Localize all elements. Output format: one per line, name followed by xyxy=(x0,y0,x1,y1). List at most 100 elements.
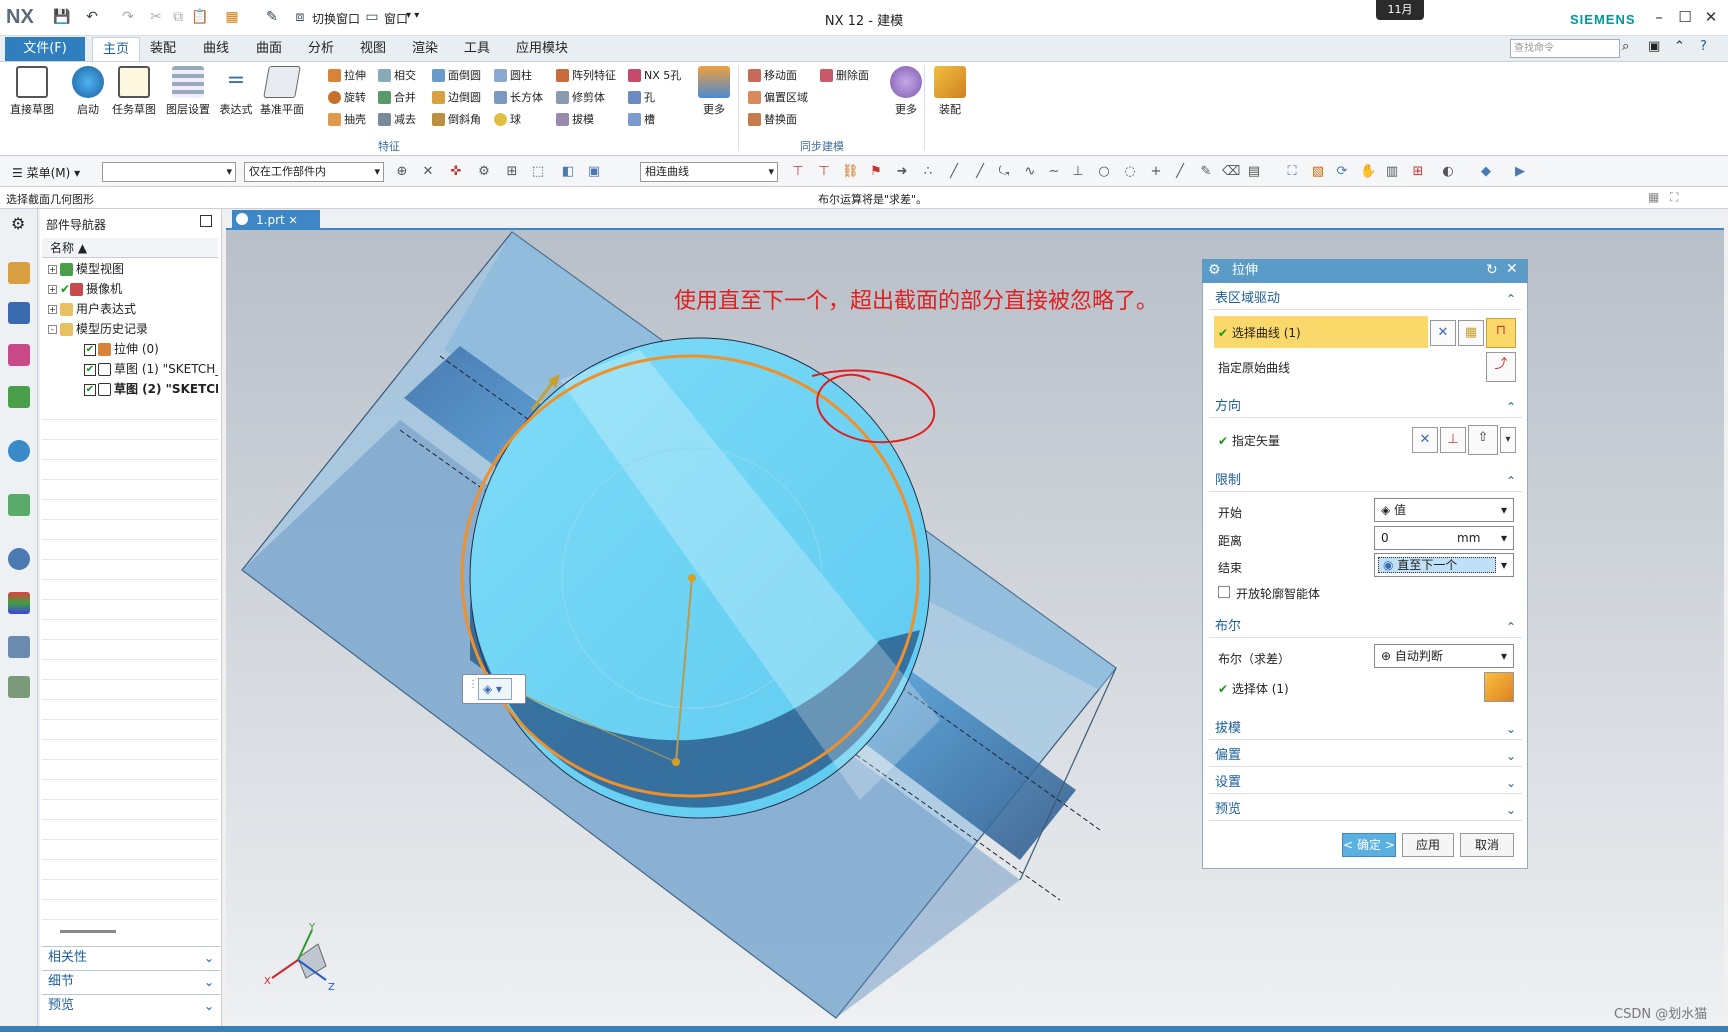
tab-home[interactable]: 主页 xyxy=(92,37,141,61)
solid-icon[interactable]: ▣ xyxy=(586,164,602,180)
origin-point[interactable] xyxy=(688,574,696,582)
extrude-button[interactable]: 拉伸 xyxy=(328,66,366,84)
tree-item-sketch-1[interactable]: ✔ 草图 (1) "SKETCH_ xyxy=(84,359,218,379)
tree-item-model-views[interactable]: + 模型视图 xyxy=(48,259,224,279)
render-style-icon[interactable]: ◆ xyxy=(1478,164,1494,180)
select-curve-label[interactable]: ✔ 选择曲线 (1) xyxy=(1218,324,1301,341)
boolean-select[interactable]: ⊕ 自动判断 xyxy=(1374,644,1514,668)
intersect-button[interactable]: 相交 xyxy=(378,66,416,84)
navigator-column-header[interactable]: 名称 ▲ xyxy=(42,238,218,258)
help-icon[interactable]: ? xyxy=(1700,39,1707,54)
checkbox-icon[interactable]: ✔ xyxy=(84,343,96,356)
boolean-type-dropdown[interactable]: ◈ ▾ xyxy=(478,678,512,700)
vector-dialog-button[interactable]: ⊥ xyxy=(1440,427,1466,453)
start-button[interactable]: 启动 xyxy=(62,66,114,117)
section-header-limits[interactable]: 限制 ⌃ xyxy=(1209,470,1522,492)
section-header-boolean[interactable]: 布尔 ⌃ xyxy=(1209,616,1522,638)
tree-item-cameras[interactable]: + ✔ 摄像机 xyxy=(48,279,224,299)
feature-select-icon[interactable]: ⚙ xyxy=(476,164,492,180)
section-header-offset[interactable]: 偏置 ⌄ xyxy=(1209,745,1522,767)
point-snap-icon[interactable]: ✜ xyxy=(448,164,464,180)
maximize-button[interactable]: ☐ xyxy=(1674,8,1696,28)
navigator-section-details[interactable]: 细节 ⌄ xyxy=(42,970,220,992)
layer-settings-button[interactable]: 图层设置 xyxy=(162,66,214,117)
drag-handle-icon[interactable]: ⋮ xyxy=(468,679,478,690)
tab-tools[interactable]: 工具 xyxy=(454,37,500,61)
section-header-preview[interactable]: 预览 ⌄ xyxy=(1209,799,1522,821)
search-icon[interactable]: ⌕ xyxy=(1622,39,1629,54)
tab-render[interactable]: 渲染 xyxy=(402,37,448,61)
view-icon[interactable]: ▥ xyxy=(1384,164,1400,180)
tree-item-user-expressions[interactable]: + 用户表达式 xyxy=(48,299,224,319)
minimize-button[interactable]: – xyxy=(1648,8,1670,28)
tree-item-sketch-2[interactable]: ✔ 草图 (2) "SKETCH xyxy=(84,379,218,399)
tab-analysis[interactable]: 分析 xyxy=(298,37,344,61)
snap-icon[interactable]: ✕ xyxy=(420,164,436,180)
navigator-section-dependencies[interactable]: 相关性 ⌄ xyxy=(42,946,220,968)
navigator-section-preview[interactable]: 预览 ⌄ xyxy=(42,994,220,1016)
display-icon[interactable]: ◐ xyxy=(1440,164,1456,180)
plus-icon[interactable]: + xyxy=(1148,164,1164,180)
orient-icon[interactable]: ⊞ xyxy=(1410,164,1426,180)
tangent-icon[interactable]: ⊥ xyxy=(1070,164,1086,180)
trim-body-button[interactable]: 修剪体 xyxy=(556,88,616,106)
cylinder-button[interactable]: 圆柱 xyxy=(494,66,543,84)
draft-button[interactable]: 拔模 xyxy=(556,110,616,128)
section-header-settings[interactable]: 设置 ⌄ xyxy=(1209,772,1522,794)
ribbon-options-icon[interactable]: ▣ xyxy=(1648,39,1660,54)
delete-face-button[interactable]: 删除面 xyxy=(820,66,869,84)
navigator-pin-icon[interactable] xyxy=(200,215,212,227)
rotate-icon[interactable]: ⟳ xyxy=(1334,164,1350,180)
face-blend-button[interactable]: 面倒圆 xyxy=(432,66,481,84)
pencil-icon[interactable]: ✎ xyxy=(1198,164,1214,180)
circle2-icon[interactable]: ◌ xyxy=(1122,164,1138,180)
offset-region-button[interactable]: 偏置区域 xyxy=(748,88,808,106)
settings-icon[interactable]: ⚙ xyxy=(11,214,25,233)
section-header-direction[interactable]: 方向 ⌃ xyxy=(1209,396,1522,418)
expand-icon[interactable]: + xyxy=(48,285,57,294)
tree-item-model-history[interactable]: - 模型历史记录 xyxy=(48,319,224,339)
dialog-title-bar[interactable]: 拉伸 xyxy=(1202,259,1528,283)
constraint-navigator-icon[interactable] xyxy=(8,302,30,324)
command-search-input[interactable]: 查找命令 xyxy=(1510,39,1620,58)
point-icon[interactable]: ∴ xyxy=(920,164,936,180)
line-icon[interactable]: ╱ xyxy=(946,164,962,180)
tab-assembly[interactable]: 装配 xyxy=(140,37,186,61)
cancel-button[interactable]: 取消 xyxy=(1460,833,1514,857)
reset-icon[interactable]: ↻ xyxy=(1486,262,1498,278)
follow-fillet-icon[interactable]: ⊤ xyxy=(816,164,832,180)
replace-face-button[interactable]: 替换面 xyxy=(748,110,808,128)
start-select[interactable]: ◈ 值 xyxy=(1374,498,1514,522)
tab-curve[interactable]: 曲线 xyxy=(193,37,239,61)
checkbox-icon[interactable]: ✔ xyxy=(84,363,96,376)
clock-icon[interactable] xyxy=(8,548,30,570)
close-button[interactable]: ✕ xyxy=(1700,8,1722,28)
dialog-close-icon[interactable]: ✕ xyxy=(1506,261,1518,277)
palette-icon[interactable] xyxy=(8,592,30,614)
fit-icon[interactable]: ⛶ xyxy=(1284,164,1300,180)
curve-rule-select[interactable]: 相连曲线 xyxy=(640,162,778,182)
select-body-button[interactable] xyxy=(1484,672,1514,702)
navigator-scrollbar[interactable] xyxy=(60,930,116,933)
assembly-button[interactable]: 装配 xyxy=(924,66,976,117)
web-browser-icon[interactable] xyxy=(8,440,30,462)
shaded-icon[interactable]: ◧ xyxy=(560,164,576,180)
ok-button[interactable]: < 确定 > xyxy=(1342,833,1396,857)
apply-button[interactable]: 应用 xyxy=(1402,833,1454,857)
expand-icon[interactable]: + xyxy=(48,265,57,274)
datum-plane-button[interactable]: 基准平面 xyxy=(256,66,308,117)
assembly-navigator-icon[interactable] xyxy=(8,262,30,284)
open-profile-checkbox[interactable] xyxy=(1218,586,1230,598)
tab-applications[interactable]: 应用模块 xyxy=(506,37,578,61)
expand-icon[interactable]: + xyxy=(48,305,57,314)
path-icon[interactable]: ⚑ xyxy=(868,164,884,180)
revolve-button[interactable]: 旋转 xyxy=(328,88,366,106)
origin-curve-button[interactable]: ⤴ xyxy=(1486,352,1516,382)
task-sketch-button[interactable]: 任务草图 xyxy=(108,66,160,117)
chamfer-button[interactable]: 倒斜角 xyxy=(432,110,481,128)
collapse-icon[interactable]: - xyxy=(48,325,57,334)
zoom-icon[interactable]: ▧ xyxy=(1310,164,1326,180)
edit-section-icon[interactable]: ▶ xyxy=(1512,164,1528,180)
hole-button[interactable]: 孔 xyxy=(628,88,681,106)
collapse-ribbon-icon[interactable]: ⌃ xyxy=(1674,39,1685,54)
